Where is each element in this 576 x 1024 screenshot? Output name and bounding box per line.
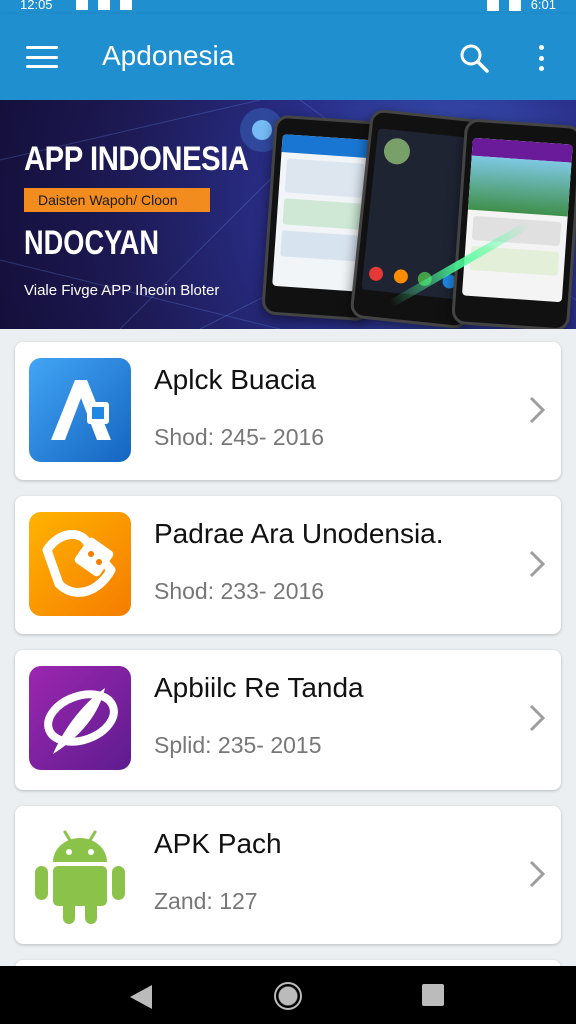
app-title: Apdonesia [102, 40, 235, 71]
list-item[interactable]: Padrae Ara Unodensia. Shod: 233- 2016 [15, 496, 561, 634]
chevron-right-icon [529, 396, 546, 424]
home-icon[interactable] [274, 982, 302, 1010]
app-letter-a-icon [29, 358, 131, 462]
more-vert-icon[interactable] [528, 42, 554, 74]
feather-swirl-icon [29, 666, 131, 770]
app-meta: Shod: 245- 2016 [154, 424, 325, 450]
app-meta: Splid: 235- 2015 [154, 732, 322, 758]
app-meta: Shod: 233- 2016 [154, 578, 325, 604]
app-meta: Zand: 127 [154, 888, 258, 914]
plug-icon [29, 512, 131, 616]
app-name: APK Pach [154, 828, 282, 859]
back-icon[interactable] [128, 983, 154, 1011]
promo-banner[interactable]: APP INDONESIA Daisten Wapoh/ Cloon NDOCY… [0, 100, 576, 329]
mail-icon [98, 0, 110, 10]
list-item[interactable]: APK Pach Zand: 127 [15, 806, 561, 944]
chevron-right-icon [529, 550, 546, 578]
list-item[interactable]: Apbiilc Re Tanda Splid: 235- 2015 [15, 650, 561, 790]
menu-icon[interactable] [24, 42, 60, 72]
phone-mockup-3 [450, 118, 576, 329]
status-bar: 12:05 6:01 [0, 0, 576, 14]
system-nav-bar [0, 966, 576, 1024]
banner-title: APP INDONESIA [24, 140, 249, 178]
chevron-right-icon [529, 860, 546, 888]
app-name: Padrae Ara Unodensia. [154, 518, 444, 549]
list-item[interactable]: Aplck Buacia Shod: 245- 2016 [15, 342, 561, 480]
chevron-right-icon [529, 704, 546, 732]
banner-tag: Daisten Wapoh/ Cloon [24, 188, 210, 212]
app-bar: Apdonesia [0, 14, 576, 100]
android-icon [29, 822, 131, 926]
status-time-right: 6:01 [530, 0, 556, 12]
wifi-icon [486, 0, 499, 11]
battery-icon [508, 0, 521, 11]
banner-footer-text: Viale Fivge APP Iheoin Bloter [24, 282, 220, 299]
status-time-left: 12:05 [20, 0, 53, 12]
app-name: Aplck Buacia [154, 364, 316, 395]
notification-icon [76, 0, 88, 10]
app-name: Apbiilc Re Tanda [154, 672, 364, 703]
search-icon[interactable] [456, 40, 492, 76]
banner-subtitle: NDOCYAN [24, 224, 160, 262]
image-icon [120, 0, 132, 10]
recents-icon[interactable] [422, 984, 444, 1006]
